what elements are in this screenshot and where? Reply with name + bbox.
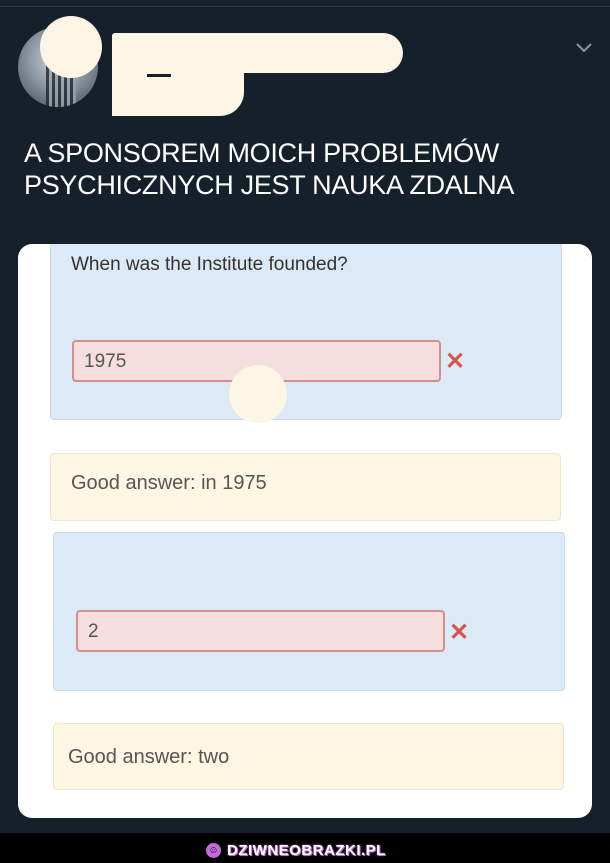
wrong-x-icon: ✕ xyxy=(445,348,466,375)
tweet-text: A SPONSOREM MOICH PROBLEMÓW PSYCHICZNYCH… xyxy=(24,138,515,200)
watermark-footer: ☺ DZIWNEOBRAZKI.PL xyxy=(0,833,610,863)
question-box: 2 ✕ xyxy=(53,532,565,691)
feedback-box: Good answer: two xyxy=(53,723,564,790)
wrong-x-icon: ✕ xyxy=(449,619,470,646)
redaction-blob xyxy=(40,16,102,78)
feedback-box: Good answer: in 1975 xyxy=(50,453,561,521)
top-divider xyxy=(0,6,610,7)
redaction-mark xyxy=(147,74,171,77)
question-box: When was the Institute founded? 1975 ✕ xyxy=(50,244,562,420)
redaction-blob xyxy=(112,33,403,73)
brand-logo-icon: ☺ xyxy=(206,842,221,858)
site-name: DZIWNEOBRAZKI.PL xyxy=(227,841,386,859)
question-text: When was the Institute founded? xyxy=(71,254,348,275)
answer-input[interactable]: 2 xyxy=(76,610,445,652)
site-brand[interactable]: ☺ DZIWNEOBRAZKI.PL xyxy=(206,841,386,859)
redaction-blob xyxy=(229,365,287,423)
quiz-screenshot-card: When was the Institute founded? 1975 ✕ G… xyxy=(18,244,592,818)
chevron-down-icon[interactable] xyxy=(573,36,595,58)
redaction-blob xyxy=(112,70,244,116)
